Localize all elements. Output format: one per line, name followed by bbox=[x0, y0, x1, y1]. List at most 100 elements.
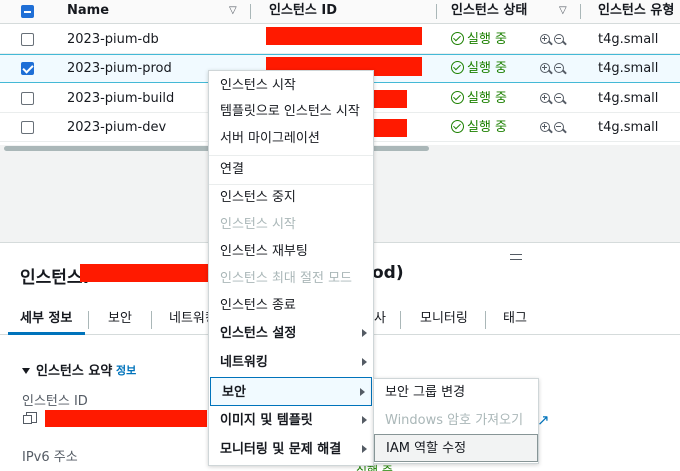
zoom-in-icon[interactable] bbox=[540, 63, 550, 73]
menu-item-terminate-instance[interactable]: 인스턴스 종료 bbox=[209, 291, 373, 320]
redacted-instance-id bbox=[266, 27, 422, 45]
instance-id-label: 인스턴스 ID bbox=[22, 394, 88, 409]
details-title: 인스턴스: bbox=[20, 268, 90, 288]
security-submenu: 보안 그룹 변경 Windows 암호 가져오기 IAM 역할 수정 bbox=[373, 378, 539, 464]
zoom-out-icon[interactable] bbox=[554, 93, 564, 103]
column-divider[interactable] bbox=[250, 4, 251, 19]
tab-monitoring[interactable]: 모니터링 bbox=[420, 305, 468, 335]
column-divider[interactable] bbox=[580, 4, 581, 19]
header-instance-state[interactable]: 인스턴스 상태 bbox=[451, 0, 527, 24]
active-tab-indicator bbox=[8, 332, 85, 335]
menu-item-label: 네트워킹 bbox=[220, 355, 268, 370]
menu-item-monitor-troubleshoot[interactable]: 모니터링 및 문제 해결 bbox=[209, 435, 373, 464]
header-name[interactable]: Name bbox=[67, 0, 109, 24]
caret-down-icon bbox=[22, 368, 30, 374]
row-checkbox[interactable] bbox=[21, 33, 34, 46]
instance-name: 2023-pium-db bbox=[67, 32, 159, 47]
menu-item-networking[interactable]: 네트워킹 bbox=[209, 348, 373, 377]
ipv6-address-label: IPv6 주소 bbox=[22, 450, 78, 465]
instance-type: t4g.small bbox=[598, 61, 659, 76]
zoom-controls bbox=[540, 25, 568, 54]
instance-summary-header[interactable]: 인스턴스 요약 bbox=[22, 360, 112, 379]
chevron-right-icon bbox=[360, 388, 365, 396]
instance-type: t4g.small bbox=[598, 91, 659, 106]
info-link[interactable]: 정보 bbox=[116, 362, 136, 378]
chevron-right-icon bbox=[362, 329, 367, 337]
summary-header-label: 인스턴스 요약 bbox=[36, 364, 113, 379]
copy-icon[interactable] bbox=[23, 412, 37, 424]
instance-state: 실행 중 bbox=[451, 84, 507, 113]
table-row[interactable]: 2023-pium-db 실행 중 t4g.small bbox=[0, 25, 680, 54]
check-circle-icon bbox=[451, 120, 464, 133]
submenu-item-change-security-groups[interactable]: 보안 그룹 변경 bbox=[374, 379, 538, 407]
check-circle-icon bbox=[451, 61, 464, 74]
menu-item-connect[interactable]: 연결 bbox=[209, 155, 373, 184]
redacted-instance-id bbox=[374, 90, 407, 108]
instance-context-menu: 인스턴스 시작 템플릿으로 인스턴스 시작 서버 마이그레이션 연결 인스턴스 … bbox=[208, 70, 374, 466]
tab-divider bbox=[400, 311, 401, 329]
row-checkbox[interactable] bbox=[21, 92, 34, 105]
instance-state: 실행 중 bbox=[451, 54, 507, 83]
redacted-instance-id bbox=[374, 119, 407, 137]
submenu-item-get-windows-password[interactable]: Windows 암호 가져오기 bbox=[374, 407, 538, 435]
instance-state: 실행 중 bbox=[451, 25, 507, 54]
state-label: 실행 중 bbox=[467, 91, 508, 106]
select-all-checkbox[interactable] bbox=[21, 5, 34, 18]
header-instance-id[interactable]: 인스턴스 ID bbox=[269, 0, 337, 24]
zoom-controls bbox=[540, 54, 568, 83]
check-circle-icon bbox=[451, 91, 464, 104]
menu-item-images-templates[interactable]: 이미지 및 템플릿 bbox=[209, 406, 373, 435]
menu-item-hibernate-instance[interactable]: 인스턴스 최대 절전 모드 bbox=[209, 264, 373, 293]
sort-down-icon[interactable]: ▽ bbox=[559, 0, 567, 22]
sort-down-icon[interactable]: ▽ bbox=[229, 0, 237, 22]
zoom-controls bbox=[540, 84, 568, 113]
chevron-right-icon bbox=[362, 416, 367, 424]
tab-tags[interactable]: 태그 bbox=[503, 305, 527, 335]
tab-divider bbox=[151, 311, 152, 329]
table-header: Name ▽ 인스턴스 ID 인스턴스 상태 ▽ 인스턴스 유형 bbox=[0, 0, 680, 24]
menu-item-reboot-instance[interactable]: 인스턴스 재부팅 bbox=[209, 237, 373, 266]
menu-item-migrate-server[interactable]: 서버 마이그레이션 bbox=[209, 124, 373, 153]
redacted-instance-id-value bbox=[45, 410, 207, 427]
check-circle-icon bbox=[451, 32, 464, 45]
menu-item-label: 보안 bbox=[222, 385, 246, 400]
details-title-suffix: od) bbox=[372, 263, 404, 283]
menu-item-launch-instance[interactable]: 인스턴스 시작 bbox=[209, 71, 373, 100]
zoom-in-icon[interactable] bbox=[540, 122, 550, 132]
menu-item-instance-settings[interactable]: 인스턴스 설정 bbox=[209, 319, 373, 348]
tab-divider bbox=[88, 311, 89, 329]
state-label: 실행 중 bbox=[467, 61, 508, 76]
zoom-out-icon[interactable] bbox=[554, 122, 564, 132]
menu-item-launch-from-template[interactable]: 템플릿으로 인스턴스 시작 bbox=[209, 97, 373, 126]
tab-divider bbox=[485, 311, 486, 329]
row-checkbox[interactable] bbox=[21, 62, 34, 75]
menu-item-security[interactable]: 보안 bbox=[210, 377, 372, 406]
tab-details[interactable]: 세부 정보 bbox=[20, 305, 72, 335]
menu-item-label: 인스턴스 설정 bbox=[220, 326, 297, 341]
zoom-in-icon[interactable] bbox=[540, 93, 550, 103]
row-checkbox[interactable] bbox=[21, 121, 34, 134]
zoom-out-icon[interactable] bbox=[554, 34, 564, 44]
instance-type: t4g.small bbox=[598, 120, 659, 135]
chevron-right-icon bbox=[362, 445, 367, 453]
chevron-right-icon bbox=[362, 358, 367, 366]
header-instance-type[interactable]: 인스턴스 유형 bbox=[598, 0, 674, 24]
resize-handle-icon[interactable] bbox=[510, 254, 522, 260]
menu-item-stop-instance[interactable]: 인스턴스 중지 bbox=[209, 183, 373, 212]
state-label: 실행 중 bbox=[467, 120, 508, 135]
instance-type: t4g.small bbox=[598, 32, 659, 47]
instance-name: 2023-pium-build bbox=[67, 91, 175, 106]
zoom-in-icon[interactable] bbox=[540, 34, 550, 44]
instance-name: 2023-pium-dev bbox=[67, 120, 167, 135]
state-label: 실행 중 bbox=[467, 32, 508, 47]
instance-state: 실행 중 bbox=[451, 113, 507, 142]
column-divider[interactable] bbox=[436, 4, 437, 19]
tab-storage[interactable]: 사 bbox=[374, 305, 386, 335]
zoom-controls bbox=[540, 113, 568, 142]
tab-security[interactable]: 보안 bbox=[108, 305, 132, 335]
instance-name: 2023-pium-prod bbox=[67, 61, 172, 76]
submenu-item-modify-iam-role[interactable]: IAM 역할 수정 bbox=[374, 434, 538, 462]
zoom-out-icon[interactable] bbox=[554, 63, 564, 73]
menu-item-label: 이미지 및 템플릿 bbox=[220, 413, 313, 428]
menu-item-start-instance[interactable]: 인스턴스 시작 bbox=[209, 210, 373, 239]
